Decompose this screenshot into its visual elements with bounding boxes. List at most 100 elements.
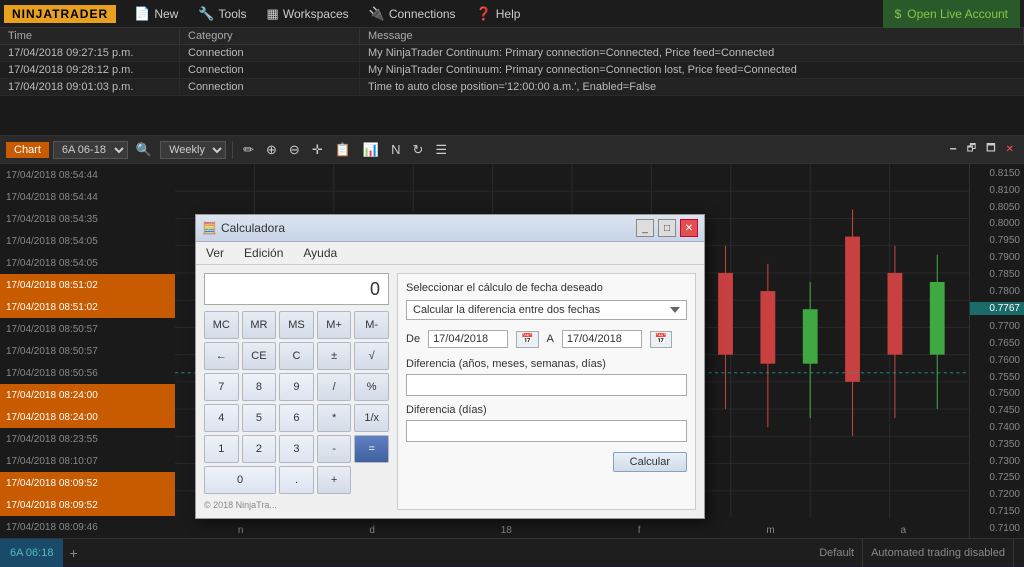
clipboard-icon[interactable]: 📋 bbox=[331, 140, 355, 160]
plus-button[interactable]: + bbox=[317, 466, 352, 494]
from-date-picker-button[interactable]: 📅 bbox=[516, 331, 538, 348]
7-button[interactable]: 7 bbox=[204, 373, 239, 401]
dollar-icon: $ bbox=[895, 7, 902, 21]
chart-tab[interactable]: Chart bbox=[6, 142, 49, 158]
nav-help[interactable]: ❓ Help bbox=[466, 0, 531, 28]
numpad-area: 0 MC MR MS M+ M- ← CE C ± √ bbox=[204, 273, 389, 510]
sqrt-button[interactable]: √ bbox=[354, 342, 389, 370]
3-button[interactable]: 3 bbox=[279, 435, 314, 463]
calculator-display: 0 bbox=[204, 273, 389, 305]
1-button[interactable]: 1 bbox=[204, 435, 239, 463]
timeframe-select[interactable]: Weekly bbox=[160, 141, 226, 159]
zoom-in-icon[interactable]: ⊕ bbox=[262, 140, 281, 160]
refresh-icon[interactable]: ↻ bbox=[408, 140, 427, 160]
nav-tools[interactable]: 🔧 Tools bbox=[188, 0, 256, 28]
chart-row-highlighted: 17/04/2018 08:09:52 bbox=[0, 472, 175, 494]
draw-icon[interactable]: ✏ bbox=[239, 140, 258, 160]
instrument-select[interactable]: 6A 06-18 bbox=[53, 141, 128, 159]
add-tab-button[interactable]: + bbox=[63, 545, 83, 561]
4-button[interactable]: 4 bbox=[204, 404, 239, 432]
price-label: 0.7600 bbox=[970, 355, 1024, 366]
to-label: A bbox=[547, 333, 554, 345]
ninja-icon[interactable]: N bbox=[387, 140, 404, 159]
from-date-input[interactable] bbox=[428, 330, 508, 348]
reciprocal-button[interactable]: 1/x bbox=[354, 404, 389, 432]
chart-bottom-tab[interactable]: 6A 06:18 bbox=[0, 539, 63, 567]
search-icon[interactable]: 🔍 bbox=[132, 140, 156, 160]
ms-button[interactable]: MS bbox=[279, 311, 314, 339]
to-date-picker-button[interactable]: 📅 bbox=[650, 331, 672, 348]
workspaces-icon: ▦ bbox=[267, 6, 279, 22]
menu-edicion[interactable]: Edición bbox=[240, 244, 287, 262]
minimize-icon[interactable]: 🗕 bbox=[946, 139, 961, 160]
calculator-copyright: © 2018 NinjaTra... bbox=[204, 500, 389, 510]
ce-button[interactable]: CE bbox=[242, 342, 277, 370]
diff-years-input[interactable] bbox=[406, 374, 687, 396]
clear-button[interactable]: C bbox=[279, 342, 314, 370]
divide-button[interactable]: / bbox=[317, 373, 352, 401]
date-calc-dropdown[interactable]: Calcular la diferencia entre dos fechas bbox=[406, 300, 687, 320]
sign-button[interactable]: ± bbox=[317, 342, 352, 370]
chart-row: 17/04/2018 08:10:07 bbox=[0, 450, 175, 472]
price-label: 0.7350 bbox=[970, 439, 1024, 450]
mc-button[interactable]: MC bbox=[204, 311, 239, 339]
crosshair-icon[interactable]: ✛ bbox=[308, 140, 327, 160]
price-label: 0.7150 bbox=[970, 506, 1024, 517]
diff-years-label: Diferencia (años, meses, semanas, días) bbox=[406, 358, 687, 370]
zoom-out-icon[interactable]: ⊖ bbox=[285, 140, 304, 160]
calcular-button[interactable]: Calcular bbox=[613, 452, 687, 472]
price-label: 0.7900 bbox=[970, 252, 1024, 263]
restore-icon[interactable]: 🗗 bbox=[963, 139, 980, 160]
date-row: De 📅 A 📅 bbox=[406, 330, 687, 348]
help-icon: ❓ bbox=[476, 6, 492, 22]
calculator-dialog: 🧮 Calculadora _ □ ✕ Ver Edición Ayuda 0 bbox=[195, 214, 705, 519]
2-button[interactable]: 2 bbox=[242, 435, 277, 463]
9-button[interactable]: 9 bbox=[279, 373, 314, 401]
log-col-message: Message bbox=[360, 28, 1024, 44]
mplus-button[interactable]: M+ bbox=[317, 311, 352, 339]
equals-button[interactable]: = bbox=[354, 435, 389, 463]
minus-button[interactable]: - bbox=[317, 435, 352, 463]
chart-row: 17/04/2018 08:54:35 bbox=[0, 208, 175, 230]
nav-connections[interactable]: 🔌 Connections bbox=[359, 0, 466, 28]
properties-icon[interactable]: ☰ bbox=[431, 140, 451, 160]
log-msg-0: My NinjaTrader Continuum: Primary connec… bbox=[360, 45, 1024, 61]
minimize-button[interactable]: _ bbox=[636, 219, 654, 237]
time-axis-label: n bbox=[238, 525, 244, 536]
6-button[interactable]: 6 bbox=[279, 404, 314, 432]
diff-days-input[interactable] bbox=[406, 420, 687, 442]
log-time-1: 17/04/2018 09:28:12 p.m. bbox=[0, 62, 180, 78]
nav-workspaces[interactable]: ▦ Workspaces bbox=[257, 0, 359, 28]
restore-button[interactable]: □ bbox=[658, 219, 676, 237]
decimal-button[interactable]: . bbox=[279, 466, 314, 494]
menu-ayuda[interactable]: Ayuda bbox=[299, 244, 341, 262]
mminus-button[interactable]: M- bbox=[354, 311, 389, 339]
price-label: 0.7250 bbox=[970, 472, 1024, 483]
nav-new[interactable]: 📄 New bbox=[124, 0, 188, 28]
mr-button[interactable]: MR bbox=[242, 311, 277, 339]
menu-ver[interactable]: Ver bbox=[202, 244, 228, 262]
backspace-button[interactable]: ← bbox=[204, 342, 239, 370]
close-button[interactable]: ✕ bbox=[680, 219, 698, 237]
chart-type-icon[interactable]: 📊 bbox=[359, 140, 383, 160]
chart-row: 17/04/2018 08:23:55 bbox=[0, 428, 175, 450]
calculator-titlebar: 🧮 Calculadora _ □ ✕ bbox=[196, 215, 704, 242]
close-chart-icon[interactable]: ✕ bbox=[1002, 139, 1018, 160]
price-label: 0.7300 bbox=[970, 456, 1024, 467]
percent-button[interactable]: % bbox=[354, 373, 389, 401]
to-date-input[interactable] bbox=[562, 330, 642, 348]
chart-area[interactable]: 17/04/2018 08:54:44 17/04/2018 08:54:44 … bbox=[0, 164, 1024, 538]
multiply-button[interactable]: * bbox=[317, 404, 352, 432]
main-area: Time Category Message 17/04/2018 09:27:1… bbox=[0, 28, 1024, 566]
chart-row-highlighted: 17/04/2018 08:24:00 bbox=[0, 384, 175, 406]
0-button[interactable]: 0 bbox=[204, 466, 276, 494]
8-button[interactable]: 8 bbox=[242, 373, 277, 401]
chart-row: 17/04/2018 08:54:05 bbox=[0, 230, 175, 252]
open-account-button[interactable]: $ Open Live Account bbox=[883, 0, 1020, 28]
time-axis-label: 18 bbox=[501, 525, 512, 536]
price-label: 0.7400 bbox=[970, 422, 1024, 433]
price-label: 0.7800 bbox=[970, 286, 1024, 297]
5-button[interactable]: 5 bbox=[242, 404, 277, 432]
maximize-icon[interactable]: 🗖 bbox=[982, 139, 1000, 160]
chart-row-highlighted: 17/04/2018 08:51:02 bbox=[0, 274, 175, 296]
